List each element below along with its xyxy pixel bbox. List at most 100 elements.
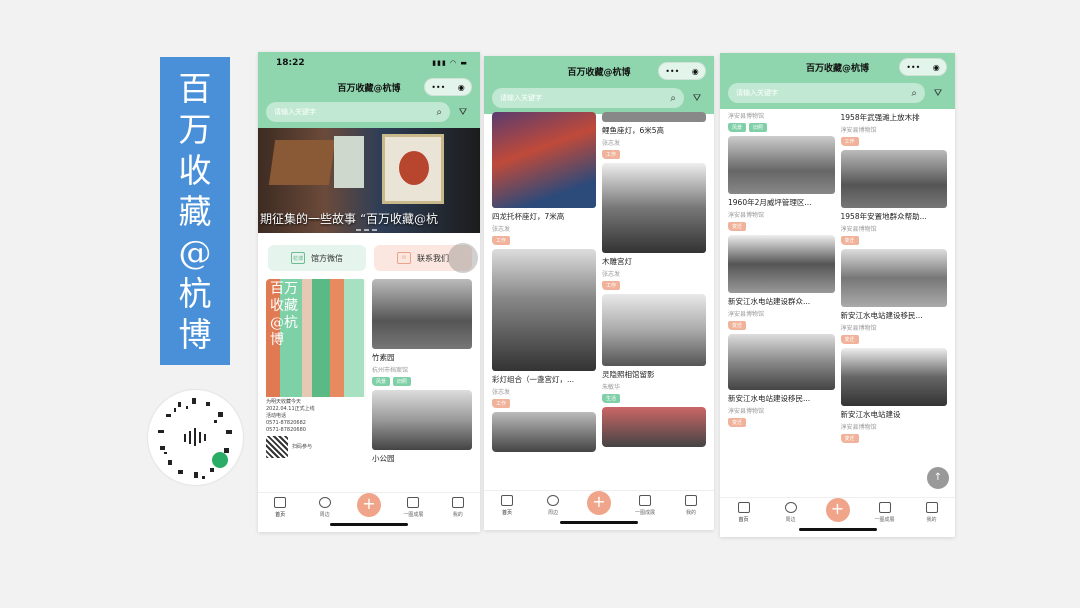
search-icon[interactable]: ⌕ bbox=[436, 107, 442, 118]
nav-nearby[interactable]: 周边 bbox=[774, 502, 808, 523]
search-icon[interactable]: ⌕ bbox=[911, 88, 917, 99]
list-item[interactable]: 木雕宫灯 张志发 工作 bbox=[602, 163, 706, 290]
close-icon[interactable]: ◉ bbox=[458, 83, 465, 92]
item-title: 新安江水电站建设 bbox=[840, 410, 901, 419]
nav-exhibit[interactable]: 一图成展 bbox=[868, 502, 902, 523]
item-title: 1960年2月威坪管理区... bbox=[728, 198, 812, 207]
bottom-nav: 首页 周边 + 一图成展 我的 bbox=[258, 492, 480, 532]
close-icon[interactable]: ◉ bbox=[933, 63, 940, 72]
more-icon[interactable]: ••• bbox=[906, 63, 920, 72]
user-icon bbox=[685, 495, 697, 506]
search-icon[interactable]: ⌕ bbox=[670, 93, 676, 104]
list-item[interactable]: 1958年武强滩上放木排 淳安县博物馆 工作 bbox=[840, 109, 948, 146]
home-indicator bbox=[560, 521, 638, 524]
nav-mine-label: 我的 bbox=[685, 510, 696, 516]
filter-icon[interactable]: ⛛ bbox=[688, 93, 706, 104]
item-title: 灵隐照相馆留影 bbox=[602, 370, 655, 379]
search-placeholder: 请输入关键字 bbox=[500, 94, 542, 102]
nav-nearby[interactable]: 周边 bbox=[308, 497, 342, 518]
floating-touch-button[interactable] bbox=[448, 243, 478, 273]
plus-icon[interactable]: + bbox=[356, 493, 381, 517]
plus-icon[interactable]: + bbox=[825, 498, 850, 522]
nav-add[interactable]: + bbox=[821, 498, 855, 522]
search-input[interactable]: 请输入关键字 ⌕ bbox=[492, 88, 684, 108]
list-item[interactable]: 淳安县博物馆 风景 旧照 bbox=[728, 109, 835, 132]
title-char: 博 bbox=[178, 314, 212, 354]
nav-mine-label: 我的 bbox=[452, 512, 463, 518]
item-title: 新安江水电站建设移民... bbox=[728, 394, 811, 403]
list-item[interactable]: 鲤鱼座灯，6米5高 张志发 工作 bbox=[602, 112, 706, 159]
phone-screen-list-scrolled: 百万收藏@杭博 ••• ◉ 请输入关键字 ⌕ ⛛ 淳安县博物馆 风景 旧照 19… bbox=[720, 53, 955, 537]
list-item[interactable]: 四龙托杯座灯，7米高 张志发 工作 bbox=[492, 112, 596, 245]
nav-add[interactable]: + bbox=[582, 491, 616, 515]
nav-mine[interactable]: 我的 bbox=[915, 502, 949, 523]
status-time: 18:22 bbox=[276, 58, 305, 68]
nav-home[interactable]: 首页 bbox=[490, 495, 524, 516]
title-char: 杭 bbox=[178, 273, 212, 313]
close-icon[interactable]: ◉ bbox=[692, 67, 699, 76]
search-input[interactable]: 请输入关键字 ⌕ bbox=[266, 102, 450, 122]
vertical-title: 百 万 收 藏 @ 杭 博 bbox=[160, 57, 230, 365]
list-item[interactable]: 灵隐照相馆留影 朱敏华 生活 bbox=[602, 294, 706, 403]
play-icon bbox=[318, 497, 331, 508]
mini-program-capsule[interactable]: ••• ◉ bbox=[424, 78, 472, 96]
poster-card[interactable]: 百万收藏@杭博 为明天收藏今天 2022.04.11正式上线 活动电话 0571… bbox=[266, 279, 366, 460]
header: 18:22 ▮▮▮ ◠ ▬ 百万收藏@杭博 ••• ◉ 请输入关键字 ⌕ ⛛ bbox=[258, 52, 480, 128]
filter-icon[interactable]: ⛛ bbox=[929, 88, 947, 99]
nav-exhibit-label: 一图成展 bbox=[634, 510, 655, 516]
item-source: 淳安县博物馆 bbox=[840, 325, 877, 332]
list-item[interactable]: 彩灯组合（一盏宫灯，... 张志发 工作 bbox=[492, 249, 596, 408]
list-item[interactable]: 新安江水电站建设移民... 淳安县博物馆 变迁 bbox=[840, 249, 947, 344]
back-to-top-button[interactable]: ↑ bbox=[927, 467, 949, 489]
contact-us-button[interactable]: ✉ 联系我们 bbox=[374, 243, 478, 273]
home-icon bbox=[737, 502, 750, 513]
nav-add[interactable]: + bbox=[352, 493, 386, 517]
nav-home[interactable]: 首页 bbox=[727, 502, 761, 523]
list-item[interactable]: 1958年安置地群众帮助... 淳安县博物馆 变迁 bbox=[840, 150, 947, 245]
more-icon[interactable]: ••• bbox=[431, 83, 445, 92]
list-item[interactable]: 新安江水电站建设移民... 淳安县博物馆 变迁 bbox=[728, 334, 835, 427]
nav-exhibit[interactable]: 一图成展 bbox=[628, 495, 662, 516]
list-item[interactable] bbox=[492, 412, 596, 452]
home-icon bbox=[501, 495, 513, 506]
tag-badge: 变迁 bbox=[728, 321, 747, 330]
header: 百万收藏@杭博 ••• ◉ 请输入关键字 ⌕ ⛛ bbox=[484, 56, 714, 114]
mini-program-capsule[interactable]: ••• ◉ bbox=[899, 58, 947, 76]
scan-icon bbox=[639, 495, 651, 506]
list-item[interactable]: 1960年2月威坪管理区... 淳安县博物馆 变迁 bbox=[728, 136, 835, 231]
banner-carousel[interactable]: 期征集的一些故事 “百万收藏@杭 bbox=[258, 128, 480, 233]
phone-screen-home: 18:22 ▮▮▮ ◠ ▬ 百万收藏@杭博 ••• ◉ 请输入关键字 ⌕ ⛛ 期… bbox=[258, 52, 480, 532]
list-item[interactable]: 新安江水电站建设群众... 淳安县博物馆 变迁 bbox=[728, 235, 835, 330]
tag-badge: 生活 bbox=[602, 394, 621, 403]
mini-program-capsule[interactable]: ••• ◉ bbox=[658, 62, 706, 80]
play-icon bbox=[547, 495, 559, 506]
search-input[interactable]: 请输入关键字 ⌕ bbox=[728, 83, 925, 103]
nav-exhibit-label: 一图成展 bbox=[403, 512, 424, 518]
nav-exhibit[interactable]: 一图成展 bbox=[396, 497, 430, 518]
list-item[interactable]: 新安江水电站建设 淳安县博物馆 变迁 bbox=[840, 348, 947, 443]
nav-mine[interactable]: 我的 bbox=[674, 495, 708, 516]
status-bar: 18:22 ▮▮▮ ◠ ▬ bbox=[258, 52, 480, 74]
item-source: 淳安县博物馆 bbox=[728, 113, 765, 120]
nav-nearby-label: 周边 bbox=[547, 510, 558, 516]
plus-icon[interactable]: + bbox=[587, 491, 611, 515]
list-item[interactable]: 小公园 bbox=[372, 390, 472, 464]
list-item[interactable] bbox=[602, 407, 706, 447]
official-wechat-button[interactable]: 杭博 馆方微信 bbox=[268, 245, 366, 271]
item-source: 杭州市档案馆 bbox=[372, 367, 409, 374]
scan-icon bbox=[407, 497, 420, 508]
item-source: 朱敏华 bbox=[602, 384, 621, 391]
nav-mine[interactable]: 我的 bbox=[441, 497, 475, 518]
item-title: 1958年安置地群众帮助... bbox=[840, 212, 927, 221]
filter-icon[interactable]: ⛛ bbox=[454, 107, 472, 118]
bottom-nav: 首页 周边 + 一图成展 我的 bbox=[720, 497, 955, 537]
contact-us-label: 联系我们 bbox=[417, 253, 449, 263]
poster-slogan: 为明天收藏今天 bbox=[266, 399, 302, 405]
nav-home[interactable]: 首页 bbox=[263, 497, 297, 518]
phone-screen-list: 百万收藏@杭博 ••• ◉ 请输入关键字 ⌕ ⛛ 四龙托杯座灯，7米高 张志发 … bbox=[484, 56, 714, 530]
nav-nearby[interactable]: 周边 bbox=[536, 495, 570, 516]
more-icon[interactable]: ••• bbox=[665, 67, 679, 76]
list-item[interactable]: 竹素园 杭州市档案馆 风景 旧照 bbox=[372, 279, 472, 386]
mini-program-qr-code bbox=[148, 390, 243, 485]
item-title: 木雕宫灯 bbox=[602, 257, 632, 266]
